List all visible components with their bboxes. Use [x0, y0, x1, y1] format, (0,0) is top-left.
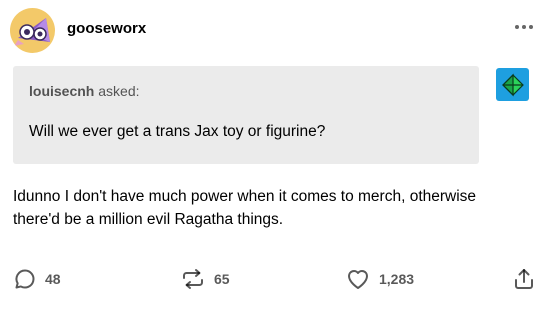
reply-count: 48 — [45, 271, 61, 287]
post-header: gooseworx — [10, 8, 536, 54]
reply-bubble-icon — [13, 267, 37, 291]
post-card: gooseworx louisecnh asked: Will we ever … — [0, 0, 546, 309]
ask-question: Will we ever get a trans Jax toy or figu… — [29, 123, 326, 140]
reply-button[interactable]: 48 — [13, 262, 61, 296]
asker-avatar[interactable] — [496, 68, 529, 101]
like-button[interactable]: 1,283 — [345, 262, 414, 296]
blog-avatar[interactable] — [10, 8, 55, 53]
blog-name[interactable]: gooseworx — [67, 20, 146, 37]
more-dots-icon[interactable] — [512, 18, 536, 36]
asker-name[interactable]: louisecnh — [29, 83, 94, 99]
asker-line: louisecnh asked: — [29, 83, 140, 99]
answer-text: Idunno I don't have much power when it c… — [13, 188, 477, 228]
reblog-button[interactable]: 65 — [180, 262, 230, 296]
share-icon — [512, 267, 536, 291]
heart-icon — [345, 267, 371, 291]
share-button[interactable] — [512, 262, 536, 296]
post-footer: 48 65 1,283 — [0, 262, 546, 296]
asked-label: asked: — [94, 83, 140, 99]
like-count: 1,283 — [379, 271, 415, 287]
ask-box: louisecnh asked: Will we ever get a tran… — [13, 66, 479, 164]
reblog-icon — [180, 267, 206, 291]
reblog-count: 65 — [214, 271, 230, 287]
